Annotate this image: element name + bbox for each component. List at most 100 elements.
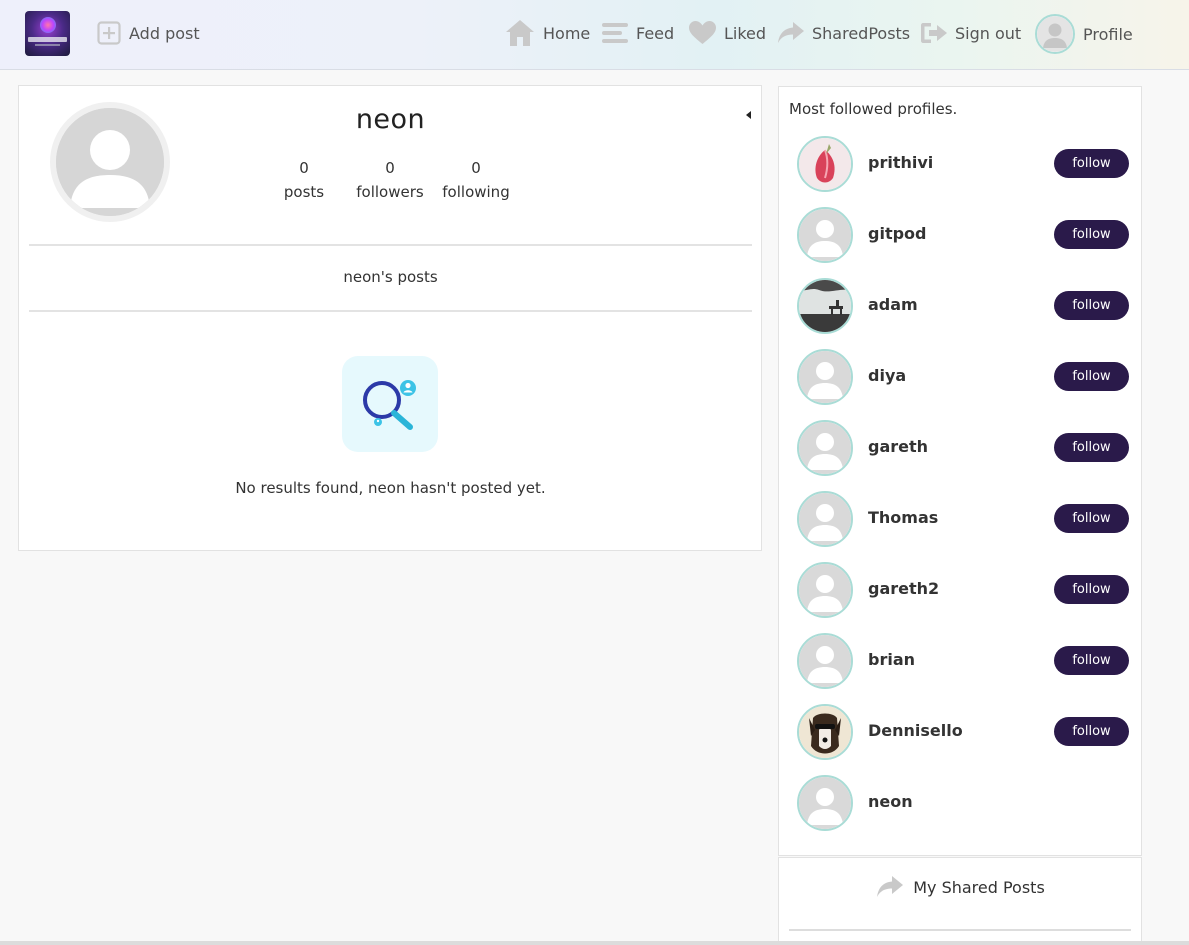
home-icon [506, 20, 534, 46]
caret-left-icon[interactable] [745, 105, 753, 119]
follow-button[interactable]: follow [1054, 433, 1129, 462]
suggested-profile-avatar[interactable] [797, 278, 853, 334]
follow-button[interactable]: follow [1054, 291, 1129, 320]
stat-posts-label: posts [283, 183, 325, 201]
follow-button[interactable]: follow [1054, 575, 1129, 604]
my-shared-posts-label: My Shared Posts [913, 877, 1045, 897]
follow-button[interactable]: follow [1054, 220, 1129, 249]
suggested-profile-name[interactable]: gareth2 [868, 579, 939, 598]
my-shared-posts-link[interactable]: My Shared Posts [779, 876, 1143, 898]
suggested-profile: Thomas follow [797, 491, 1133, 547]
stat-posts: 0 posts [254, 156, 354, 204]
stat-following-count: 0 [471, 159, 481, 177]
navbar: Add post Home Feed Liked SharedPosts Sig… [0, 0, 1189, 70]
suggested-profile-avatar[interactable] [797, 207, 853, 263]
stat-followers-count: 0 [385, 159, 395, 177]
suggested-profile-name[interactable]: Thomas [868, 508, 938, 527]
suggested-profile-avatar[interactable] [797, 633, 853, 689]
default-user-icon [799, 422, 851, 474]
nav-feed-label: Feed [636, 23, 675, 43]
suggested-profile-avatar[interactable] [797, 704, 853, 760]
nav-liked-label: Liked [724, 23, 767, 43]
default-user-icon [799, 635, 851, 687]
app-logo[interactable] [25, 11, 70, 56]
default-user-icon [799, 777, 851, 829]
empty-posts-message: No results found, neon hasn't posted yet… [235, 479, 546, 497]
plus-square-icon [97, 21, 121, 45]
divider [29, 244, 752, 246]
follow-button[interactable]: follow [1054, 362, 1129, 391]
suggested-profile: diya follow [797, 349, 1133, 405]
nav-shared-posts[interactable]: SharedPosts [778, 16, 910, 50]
nav-profile-label: Profile [1083, 24, 1133, 44]
follow-button[interactable]: follow [1054, 504, 1129, 533]
nav-profile-avatar [1035, 14, 1075, 54]
default-user-icon [799, 493, 851, 545]
divider [789, 929, 1131, 931]
bottom-edge [0, 941, 1189, 945]
suggested-profile: gareth2 follow [797, 562, 1133, 618]
follow-button[interactable]: follow [1054, 149, 1129, 178]
nav-feed[interactable]: Feed [602, 16, 674, 50]
suggested-profile-name[interactable]: prithivi [868, 153, 933, 172]
suggested-profile: neon [797, 775, 1133, 831]
suggested-profile: brian follow [797, 633, 1133, 689]
default-user-icon [799, 351, 851, 403]
divider [29, 310, 752, 312]
suggested-profile: adam follow [797, 278, 1133, 334]
profile-panel: neon 0 posts 0 followers 0 following neo… [18, 85, 762, 551]
nav-sign-out[interactable]: Sign out [921, 16, 1021, 50]
nav-sign-out-label: Sign out [955, 23, 1022, 43]
suggested-profile-avatar[interactable] [797, 349, 853, 405]
share-arrow-icon [877, 876, 904, 897]
suggested-profile: gitpod follow [797, 207, 1133, 263]
logo-disc-graphic [40, 17, 56, 33]
suggested-profile-name[interactable]: brian [868, 650, 915, 669]
follow-button[interactable]: follow [1054, 717, 1129, 746]
suggested-profile: gareth follow [797, 420, 1133, 476]
stat-following-label: following [442, 183, 510, 201]
default-user-icon [1037, 16, 1073, 52]
heart-icon [689, 21, 716, 44]
suggested-profile-avatar[interactable] [797, 420, 853, 476]
posts-heading: neon's posts [343, 268, 438, 286]
nav-home[interactable]: Home [505, 16, 590, 50]
nav-liked[interactable]: Liked [689, 16, 766, 50]
follow-button[interactable]: follow [1054, 646, 1129, 675]
nav-profile[interactable]: Profile [1035, 14, 1133, 54]
most-followed-sidebar: Most followed profiles. prithivi follow … [778, 86, 1142, 856]
suggested-profile-avatar[interactable] [797, 562, 853, 618]
suggested-profile: prithivi follow [797, 136, 1133, 192]
suggested-profile-name[interactable]: diya [868, 366, 906, 385]
logo-wordmark-graphic [28, 37, 67, 42]
no-results-icon [342, 356, 438, 452]
suggested-profile-name[interactable]: Dennisello [868, 721, 963, 740]
add-post-label: Add post [129, 23, 200, 43]
logo-tagline-graphic [35, 44, 60, 46]
default-user-icon [799, 564, 851, 616]
default-user-icon [799, 209, 851, 261]
suggested-profile-avatar[interactable] [797, 775, 853, 831]
stat-posts-count: 0 [299, 159, 309, 177]
suggested-profile-name[interactable]: gareth [868, 437, 928, 456]
sidebar-title: Most followed profiles. [789, 100, 958, 118]
suggested-profile-avatar[interactable] [797, 136, 853, 192]
stat-followers-label: followers [356, 183, 424, 201]
profile-username: neon [355, 104, 426, 135]
nav-shared-posts-label: SharedPosts [812, 23, 911, 43]
add-post-button[interactable]: Add post [97, 16, 200, 50]
suggested-profile-name[interactable]: gitpod [868, 224, 926, 243]
suggested-profile-avatar[interactable] [797, 491, 853, 547]
my-shared-posts-panel: My Shared Posts [778, 857, 1142, 945]
nav-home-label: Home [543, 23, 591, 43]
suggested-profile: Dennisello follow [797, 704, 1133, 760]
menu-lines-icon [602, 23, 628, 43]
sign-out-icon [921, 23, 947, 43]
flower-avatar-image [799, 138, 851, 190]
stat-following[interactable]: 0 following [426, 156, 526, 204]
suggested-profile-name[interactable]: adam [868, 295, 918, 314]
suggested-profile-name[interactable]: neon [868, 792, 913, 811]
stat-followers[interactable]: 0 followers [340, 156, 440, 204]
share-arrow-icon [778, 22, 804, 43]
landscape-avatar-image [799, 280, 851, 332]
